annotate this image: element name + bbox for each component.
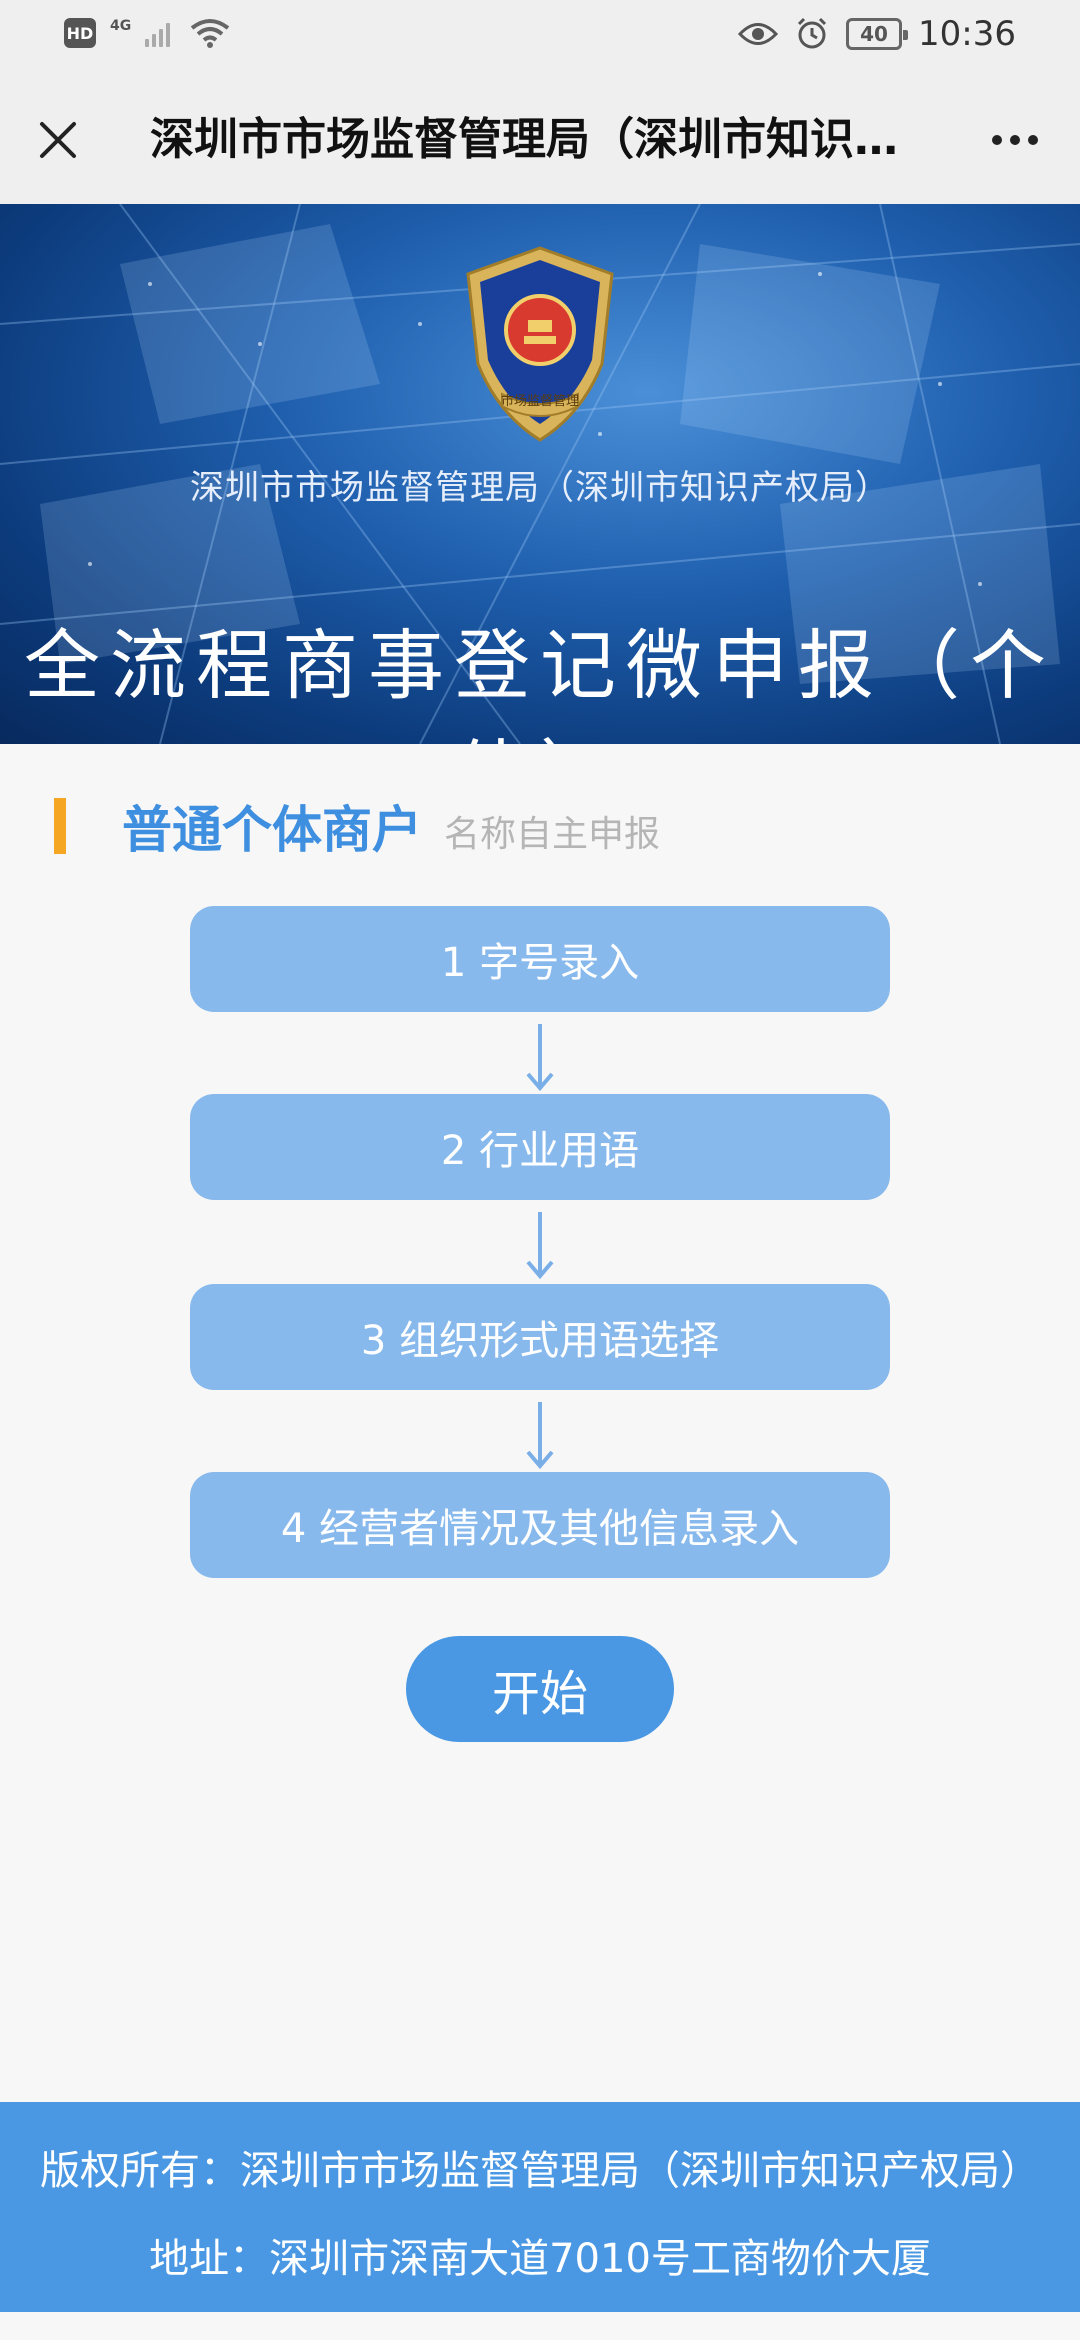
eye-icon bbox=[738, 23, 779, 45]
footer-address: 地址：深圳市深南大道7010号工商物价大厦 bbox=[149, 2236, 931, 2282]
section-heading: 普通个体商户 名称自主申报 bbox=[54, 796, 661, 859]
clock: 10:36 bbox=[918, 14, 1016, 54]
emblem-text: 市场监督管理 bbox=[501, 393, 579, 409]
hd-badge: HD bbox=[64, 18, 96, 48]
step-4: 4 经营者情况及其他信息录入 bbox=[190, 1472, 890, 1578]
arrow-down-icon bbox=[526, 1212, 554, 1280]
status-left: HD 4G bbox=[64, 18, 230, 48]
step-3: 3 组织形式用语选择 bbox=[190, 1284, 890, 1390]
close-icon bbox=[40, 122, 76, 158]
title-bar: 深圳市市场监督管理局（深圳市知识产权局） bbox=[0, 76, 1080, 204]
section-accent-bar bbox=[54, 798, 66, 854]
footer: 版权所有：深圳市市场监督管理局（深圳市知识产权局） 地址：深圳市深南大道7010… bbox=[0, 2102, 1080, 2312]
start-button[interactable]: 开始 bbox=[406, 1636, 674, 1742]
status-bar: HD 4G 40 10:36 bbox=[0, 0, 1080, 76]
battery-icon: 40 bbox=[846, 18, 909, 50]
alarm-icon bbox=[797, 17, 827, 49]
signal-icon bbox=[145, 19, 171, 47]
more-button[interactable] bbox=[980, 110, 1050, 170]
more-dots-icon bbox=[992, 135, 1002, 145]
step-1: 1 字号录入 bbox=[190, 906, 890, 1012]
arrow-down-icon bbox=[526, 1402, 554, 1470]
close-button[interactable] bbox=[28, 110, 88, 170]
emblem-logo: 市场监督管理 bbox=[466, 246, 614, 442]
step-2: 2 行业用语 bbox=[190, 1094, 890, 1200]
section-subtitle: 名称自主申报 bbox=[444, 814, 661, 855]
banner-title: 全流程商事登记微申报（个体） bbox=[24, 621, 1056, 744]
banner: 市场监督管理 深圳市市场监督管理局（深圳市知识产权局） 全流程商事登记微申报（个… bbox=[0, 204, 1080, 744]
network-type: 4G bbox=[110, 18, 132, 34]
arrow-down-icon bbox=[526, 1024, 554, 1092]
banner-org-name: 深圳市市场监督管理局（深圳市知识产权局） bbox=[190, 468, 890, 508]
bottom-strip bbox=[0, 2312, 1080, 2340]
footer-copyright: 版权所有：深圳市市场监督管理局（深圳市知识产权局） bbox=[40, 2148, 1040, 2194]
page-title: 深圳市市场监督管理局（深圳市知识产权局） bbox=[150, 114, 900, 165]
status-right: 40 10:36 bbox=[738, 14, 1016, 54]
section-title: 普通个体商户 bbox=[122, 801, 422, 859]
wifi-icon bbox=[191, 19, 230, 48]
